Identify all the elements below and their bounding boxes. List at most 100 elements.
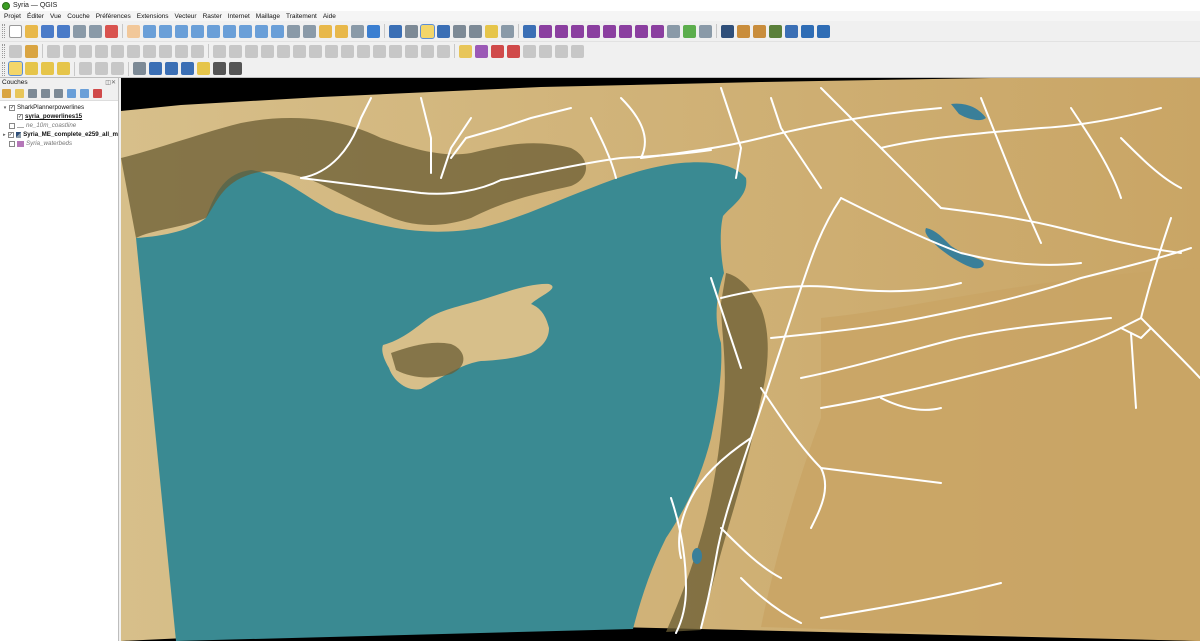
zoom-selection-icon[interactable] [207,24,220,38]
menu-item-5[interactable]: Extensions [134,13,172,20]
new-print-layout-icon[interactable] [73,24,86,38]
label-rotate-icon[interactable] [507,44,520,58]
manage-visibility-icon[interactable] [28,89,37,98]
menu-item-3[interactable]: Couche [64,13,92,20]
label-change-icon[interactable] [523,44,536,58]
add-feature-c-icon[interactable] [95,62,108,75]
measure-icon[interactable] [469,24,482,38]
map-tips-icon[interactable] [485,24,498,38]
new-project-icon[interactable] [9,24,22,38]
select-annotation-icon[interactable] [149,62,162,75]
zoom-native-icon[interactable] [239,24,252,38]
menu-item-11[interactable]: Aide [320,13,339,20]
plugin-i-icon[interactable] [667,24,680,38]
toggle-editing-icon[interactable] [25,44,38,58]
layer-row[interactable]: ✓ syria_powerlines15 [0,112,118,121]
add-feature-d-icon[interactable] [111,62,124,75]
redo-icon[interactable] [191,44,204,58]
layer-visibility-checkbox[interactable]: ✓ [17,113,23,120]
offset-curve-icon[interactable] [357,44,370,58]
field-calculator-icon[interactable] [453,24,466,38]
save-project-icon[interactable] [41,24,54,38]
add-group-icon[interactable] [15,89,24,98]
delete-selected-icon[interactable] [111,44,124,58]
temporal-controller-icon[interactable] [351,24,364,38]
pan-icon[interactable] [127,24,140,38]
statistics-icon[interactable] [437,24,450,38]
menu-item-8[interactable]: Internet [225,13,253,20]
layer-row[interactable]: Syria_waterbeds [0,139,118,148]
map-canvas[interactable] [121,78,1200,641]
plugin-f-icon[interactable] [619,24,632,38]
menu-item-1[interactable]: Éditer [24,13,47,20]
menu-item-9[interactable]: Maillage [253,13,283,20]
menu-item-0[interactable]: Projet [0,13,24,20]
new-3d-view-icon[interactable] [303,24,316,38]
cut-icon[interactable] [127,44,140,58]
advanced-digitize-icon[interactable] [213,44,226,58]
collapse-all-icon[interactable] [80,89,89,98]
zoom-full-icon[interactable] [191,24,204,38]
fill-ring-icon[interactable] [293,44,306,58]
layer-row[interactable]: ▸ ✓ Syria_ME_complete_e259_all_m [0,130,118,139]
select-by-expression-icon[interactable] [41,62,54,75]
text-format-icon[interactable] [229,62,242,75]
add-feature-b-icon[interactable] [79,62,92,75]
layout-manager-icon[interactable] [89,24,102,38]
bookmark-new-icon[interactable] [319,24,332,38]
merge-features-icon[interactable] [405,44,418,58]
save-as-icon[interactable] [57,24,70,38]
package-b-icon[interactable] [753,24,766,38]
toolbar-grip[interactable] [2,44,5,58]
panel-float-close-icon[interactable]: ◫✕ [105,79,116,86]
delete-ring-icon[interactable] [309,44,322,58]
layer-row[interactable]: ne_10m_coastline [0,121,118,130]
deselect-icon[interactable] [57,62,70,75]
new-map-view-icon[interactable] [287,24,300,38]
add-ring-icon[interactable] [261,44,274,58]
open-layer-styling-icon[interactable] [2,89,11,98]
delete-part-icon[interactable] [325,44,338,58]
bookmark-show-icon[interactable] [335,24,348,38]
label-move-icon[interactable] [491,44,504,58]
annotations-icon[interactable] [501,24,514,38]
expand-all-icon[interactable] [67,89,76,98]
vector-tools-icon[interactable] [769,24,782,38]
save-edits-icon[interactable] [47,44,60,58]
toolbar-grip[interactable] [2,61,5,76]
simplify-icon[interactable] [245,44,258,58]
remove-layer-icon[interactable] [93,89,102,98]
vertex-tool-icon[interactable] [95,44,108,58]
layer-visibility-checkbox[interactable] [9,122,15,129]
layer-visibility-checkbox[interactable]: ✓ [7,131,14,138]
plugin-d-icon[interactable] [587,24,600,38]
label-icon[interactable] [197,62,210,75]
move-annotation-icon[interactable] [165,62,178,75]
menu-item-6[interactable]: Vecteur [172,13,200,20]
snapping-icon[interactable] [8,61,23,76]
label-diagram-icon[interactable] [539,44,552,58]
open-attribute-table-icon[interactable] [405,24,418,38]
zoom-next-icon[interactable] [271,24,284,38]
layer-visibility-checkbox[interactable]: ✓ [9,104,15,111]
expand-toggle-icon[interactable]: ▾ [2,105,8,111]
layer-style-icon[interactable] [25,62,38,75]
plugin-g-icon[interactable] [635,24,648,38]
undo-icon[interactable] [175,44,188,58]
plugin-k-icon[interactable] [785,24,798,38]
split-features-icon[interactable] [373,44,386,58]
plugin-b-icon[interactable] [555,24,568,38]
select-features-icon[interactable] [420,23,435,39]
plugin-c-icon[interactable] [571,24,584,38]
label-show-icon[interactable] [475,44,488,58]
label-pin-icon[interactable] [459,44,472,58]
copy-icon[interactable] [143,44,156,58]
menu-item-2[interactable]: Vue [47,13,64,20]
filter-expression-icon[interactable] [54,89,63,98]
map-render[interactable] [121,78,1200,641]
plugin-j-icon[interactable] [683,24,696,38]
toolbar-grip[interactable] [2,24,5,38]
package-icon[interactable] [737,24,750,38]
plugin-e-icon[interactable] [603,24,616,38]
paste-icon[interactable] [159,44,172,58]
